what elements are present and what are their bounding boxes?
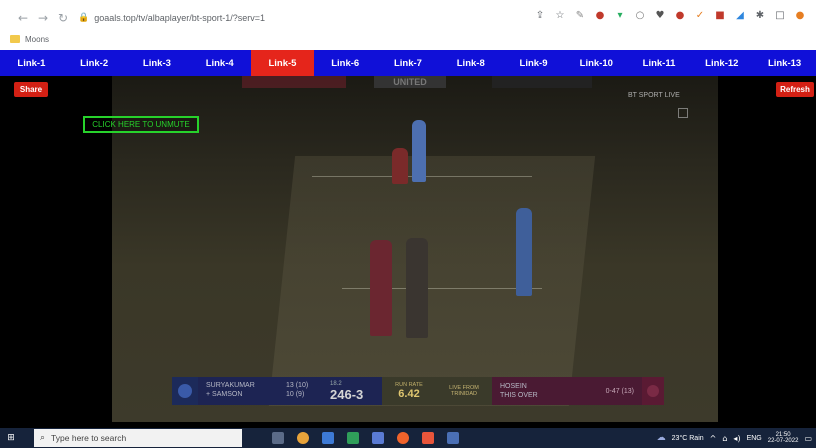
nav-link-2[interactable]: Link-2 [63, 50, 126, 76]
app-icon[interactable] [372, 432, 384, 444]
venue: TRINIDAD [451, 391, 477, 397]
bowler-figure [370, 240, 392, 336]
bowler-info: HOSEIN THIS OVER 0-47 (13) [492, 377, 642, 405]
unmute-button[interactable]: CLICK HERE TO UNMUTE [83, 116, 199, 133]
extension-icon[interactable]: ◢ [734, 9, 746, 21]
wicketkeeper-figure [392, 148, 408, 184]
weather-text[interactable]: 23°C Rain [672, 435, 704, 442]
app-icon[interactable] [422, 432, 434, 444]
folder-icon [10, 35, 20, 43]
run-rate: RUN RATE 6.42 [382, 377, 436, 405]
extension-icon[interactable]: ✓ [694, 9, 706, 21]
language-indicator[interactable]: ENG [747, 435, 762, 442]
nav-link-10[interactable]: Link-10 [565, 50, 628, 76]
umpire-figure [406, 238, 428, 338]
profile-avatar-icon[interactable]: ● [794, 9, 806, 21]
nav-link-1[interactable]: Link-1 [0, 50, 63, 76]
shield-icon[interactable] [447, 432, 459, 444]
bookmark-star-icon[interactable]: ☆ [554, 9, 566, 21]
nav-link-8[interactable]: Link-8 [439, 50, 502, 76]
clock[interactable]: 21:50 22-07-2022 [768, 432, 799, 445]
share-page-icon[interactable]: ⇪ [534, 9, 546, 21]
batter-figure [412, 120, 426, 182]
extension-icon[interactable]: ● [674, 9, 686, 21]
venue-info: LIVE FROM TRINIDAD [436, 377, 492, 405]
nav-link-11[interactable]: Link-11 [628, 50, 691, 76]
nav-link-12[interactable]: Link-12 [690, 50, 753, 76]
extension-icon[interactable]: ▾ [614, 9, 626, 21]
team-logo-icon [642, 377, 664, 405]
task-view-icon[interactable] [272, 432, 284, 444]
batter-runs: 13 (10) [286, 382, 309, 390]
bowler-subtitle: THIS OVER [500, 392, 538, 399]
windows-taskbar: ⊞ ⌕ Type here to search ☁ 23°C Rain ^ ⌂ … [0, 428, 816, 448]
nav-link-3[interactable]: Link-3 [126, 50, 189, 76]
run-rate-value: 6.42 [398, 388, 420, 400]
link-navbar: Link-1 Link-2 Link-3 Link-4 Link-5 Link-6 Link… [0, 50, 816, 76]
nav-link-5[interactable]: Link-5 [251, 50, 314, 76]
extension-icon[interactable]: ● [594, 9, 606, 21]
team-logo-icon [172, 377, 198, 405]
network-icon[interactable]: ⌂ [722, 434, 727, 443]
scoreboard: SURYAKUMAR + SAMSON 13 (10) 10 (9) 18.2 … [172, 377, 664, 405]
share-button[interactable]: Share [14, 82, 48, 97]
date: 22-07-2022 [767, 438, 799, 444]
bookmarks-bar: Moons [0, 30, 816, 48]
file-explorer-icon[interactable] [322, 432, 334, 444]
notification-icon[interactable]: ▭ [804, 434, 812, 443]
weather-icon: ☁ [656, 433, 666, 443]
video-frame[interactable]: UNITED BT SPORT LIVE SURYAKUMAR + SAMSON… [112, 76, 718, 422]
extension-puzzle-icon[interactable]: ✱ [754, 9, 766, 21]
taskbar-apps [272, 432, 459, 444]
batter-figure [516, 208, 532, 296]
search-icon: ⌕ [40, 433, 46, 443]
team-score: 18.2 246-3 [326, 377, 382, 405]
search-placeholder: Type here to search [51, 433, 127, 443]
refresh-button[interactable]: Refresh [776, 82, 814, 97]
sponsor-banner: UNITED [374, 76, 446, 88]
batter-runs: 10 (9) [286, 391, 305, 398]
bookmark-item[interactable]: Moons [25, 35, 49, 44]
broadcaster-logo: BT SPORT LIVE [628, 92, 680, 99]
reload-icon[interactable]: ↻ [54, 9, 72, 27]
firefox-icon[interactable] [397, 432, 409, 444]
extension-icon[interactable]: ✎ [574, 9, 586, 21]
nav-link-13[interactable]: Link-13 [753, 50, 816, 76]
forward-icon[interactable]: → [34, 9, 52, 27]
ad-banner [242, 76, 346, 88]
nav-link-4[interactable]: Link-4 [188, 50, 251, 76]
bowler-figures: 0-47 (13) [605, 387, 634, 395]
url-text[interactable]: goaals.top/tv/albaplayer/bt-sport-1/?ser… [94, 13, 265, 23]
batters-runs: 13 (10) 10 (9) [286, 377, 326, 405]
windows-start-icon[interactable]: ⊞ [0, 428, 22, 448]
excel-icon[interactable] [347, 432, 359, 444]
extension-icon[interactable]: ♥ [654, 9, 666, 21]
bowler-name: HOSEIN [500, 382, 527, 390]
chevron-up-icon[interactable]: ^ [710, 434, 717, 443]
batter-name: + SAMSON [206, 391, 243, 398]
extension-icon[interactable]: ○ [634, 9, 646, 21]
lock-icon: 🔒 [78, 13, 90, 23]
address-bar[interactable]: 🔒 goaals.top/tv/albaplayer/bt-sport-1/?s… [78, 9, 548, 27]
broadcaster-badge-icon [678, 108, 688, 118]
taskbar-search[interactable]: ⌕ Type here to search [34, 429, 242, 447]
chrome-icon[interactable] [297, 432, 309, 444]
batters-names: SURYAKUMAR + SAMSON [198, 377, 286, 405]
system-tray: ☁ 23°C Rain ^ ⌂ ◂) ENG 21:50 22-07-2022 … [657, 428, 812, 448]
nav-link-7[interactable]: Link-7 [377, 50, 440, 76]
back-icon[interactable]: ← [14, 9, 32, 27]
nav-link-9[interactable]: Link-9 [502, 50, 565, 76]
batter-name: SURYAKUMAR [206, 382, 255, 390]
sidebar-icon[interactable]: □ [774, 9, 786, 21]
extensions-row: ⇪ ☆ ✎ ● ▾ ○ ♥ ● ✓ ■ ◢ ✱ □ ● [534, 9, 806, 21]
volume-icon[interactable]: ◂) [733, 434, 740, 443]
browser-chrome: ← → ↻ 🔒 goaals.top/tv/albaplayer/bt-spor… [0, 0, 816, 50]
player-area: Share Refresh UNITED BT SPORT LIVE SURYA… [0, 76, 816, 428]
score: 246-3 [330, 386, 364, 402]
nav-link-6[interactable]: Link-6 [314, 50, 377, 76]
cricket-pitch [268, 156, 596, 406]
ad-banner [492, 76, 592, 88]
extension-icon[interactable]: ■ [714, 9, 726, 21]
browser-toolbar: ← → ↻ 🔒 goaals.top/tv/albaplayer/bt-spor… [0, 6, 816, 30]
